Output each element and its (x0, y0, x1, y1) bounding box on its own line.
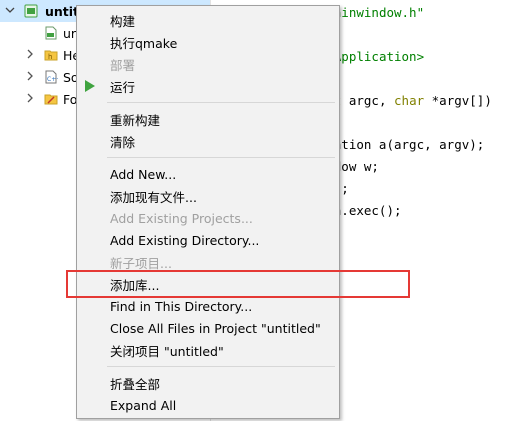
headers-folder-icon: h (44, 48, 58, 62)
run-icon (85, 80, 95, 92)
menu-item-add-existing-directory[interactable]: Add Existing Directory... (77, 229, 339, 251)
menu-item-label: Expand All (110, 397, 177, 413)
menu-item-add-existing-projects: Add Existing Projects... (77, 207, 339, 229)
svg-text:C++: C++ (47, 76, 58, 83)
menu-item-label: Add New... (110, 166, 177, 182)
menu-item-item-3[interactable]: 运行 (77, 75, 339, 97)
forms-folder-icon (44, 92, 58, 106)
code-token: , argv); (424, 137, 485, 152)
menu-separator (107, 157, 335, 158)
menu-item-label: 执行qmake (110, 35, 178, 51)
menu-item-label: 重新构建 (110, 112, 161, 128)
menu-item-label: 构建 (110, 13, 136, 29)
context-menu: 构建执行qmake 部署运行重新构建清除 Add New... 添加现有文件... Ad… (76, 5, 340, 419)
menu-item-label: 折叠全部 (110, 376, 161, 392)
code-token: argc (394, 137, 425, 152)
code-token: *argv[]) (431, 93, 492, 108)
menu-separator (107, 102, 335, 103)
menu-item-untitled[interactable]: 关闭项目 "untitled" (77, 339, 339, 361)
menu-item-label: 清除 (110, 134, 136, 150)
menu-item-label: 添加现有文件... (110, 189, 197, 205)
chevron-right-icon[interactable] (24, 49, 36, 62)
menu-item-label: 部署 (110, 57, 136, 73)
menu-item-item-9[interactable]: 添加现有文件... (77, 185, 339, 207)
project-icon (24, 4, 38, 18)
menu-item-item-6[interactable]: 清除 (77, 130, 339, 152)
chevron-down-icon[interactable] (4, 5, 16, 18)
svg-text:h: h (48, 53, 52, 61)
menu-item-item-5[interactable]: 重新构建 (77, 108, 339, 130)
sources-folder-icon: C++ (44, 70, 61, 84)
code-token: char (394, 93, 432, 108)
menu-item-item-0[interactable]: 构建 (77, 9, 339, 31)
menu-item-item-18[interactable]: 折叠全部 (77, 372, 339, 394)
menu-item-qmake[interactable]: 执行qmake (77, 31, 339, 53)
menu-item-expand-all[interactable]: Expand All (77, 394, 339, 416)
menu-item-item-2: 部署 (77, 53, 339, 75)
pro-file-icon (44, 26, 58, 40)
menu-item-label: 新子项目... (110, 255, 172, 271)
code-token: argc, (348, 93, 395, 108)
highlight-box (66, 270, 410, 298)
menu-item-find-in-this-directory[interactable]: Find in This Directory... (77, 295, 339, 317)
menu-item-label: Close All Files in Project "untitled" (110, 320, 321, 336)
menu-separator (107, 366, 335, 367)
menu-item-label: Find in This Directory... (110, 298, 253, 314)
menu-item-label: 关闭项目 "untitled" (110, 343, 224, 359)
menu-item-label: Add Existing Directory... (110, 232, 260, 248)
chevron-right-icon[interactable] (24, 93, 36, 106)
tree-item-label: ur (63, 25, 77, 41)
menu-item-label: Add Existing Projects... (110, 210, 253, 226)
menu-item-label: 运行 (110, 79, 136, 95)
menu-item-add-new[interactable]: Add New... (77, 163, 339, 185)
chevron-right-icon[interactable] (24, 71, 36, 84)
menu-item-close-all-files-in-project-untitled[interactable]: Close All Files in Project "untitled" (77, 317, 339, 339)
